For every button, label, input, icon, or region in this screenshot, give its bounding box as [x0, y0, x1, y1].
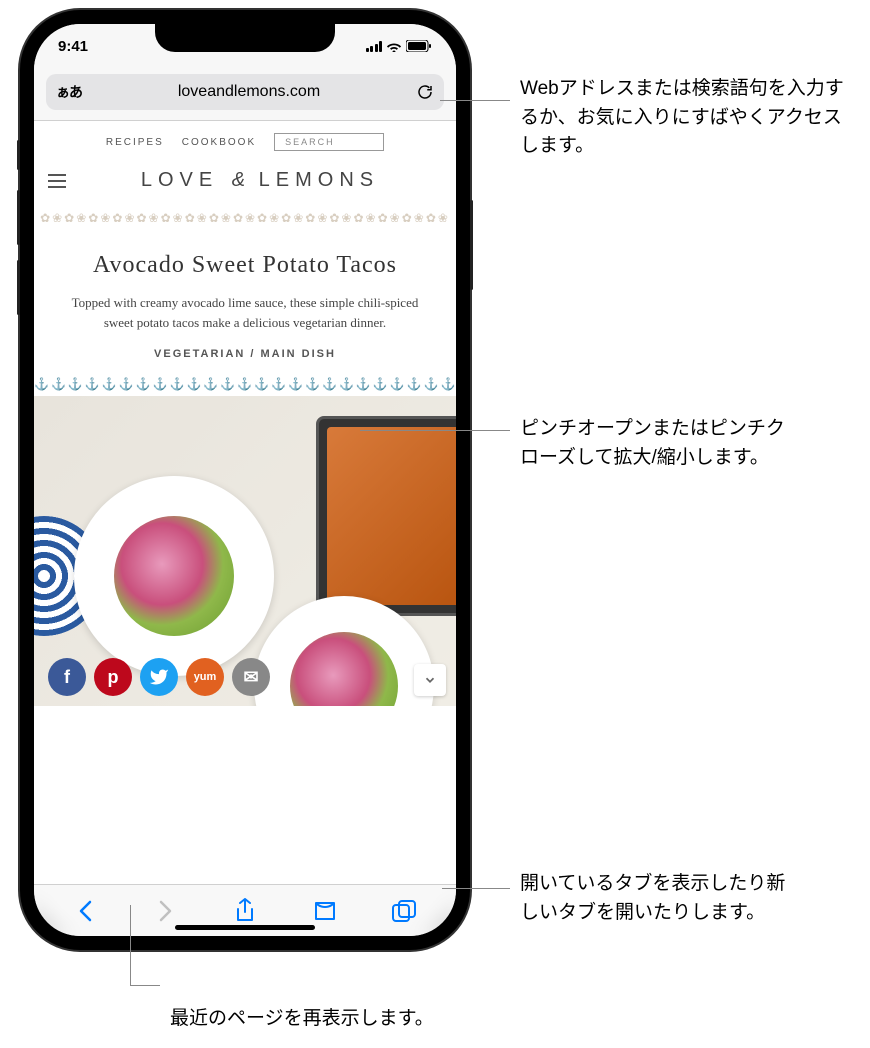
yummly-icon[interactable]: yum: [186, 658, 224, 696]
reader-button[interactable]: ぁあ: [56, 82, 82, 102]
wifi-icon: [386, 40, 402, 52]
decorative-border: ✿❀✿❀✿❀✿❀✿❀✿❀✿❀✿❀✿❀✿❀✿❀✿❀✿❀✿❀✿❀✿❀✿❀: [34, 206, 456, 230]
twitter-icon[interactable]: [140, 658, 178, 696]
callout-pinch: ピンチオープンまたはピンチクローズして拡大/縮小します。: [520, 415, 800, 472]
nav-recipes[interactable]: RECIPES: [106, 137, 164, 148]
screen: 9:41 ぁあ loveandlemons.com: [34, 24, 456, 936]
bookmarks-button[interactable]: [310, 896, 340, 926]
webpage-content[interactable]: RECIPES COOKBOOK SEARCH LOVE & LEMONS ✿❀…: [34, 121, 456, 884]
url-bar-container: ぁあ loveandlemons.com: [34, 68, 456, 121]
email-icon[interactable]: ✉: [232, 658, 270, 696]
pinterest-icon[interactable]: p: [94, 658, 132, 696]
hamburger-icon[interactable]: [48, 174, 66, 188]
share-buttons: f p yum ✉: [48, 658, 270, 696]
home-indicator[interactable]: [175, 925, 315, 930]
phone-frame: 9:41 ぁあ loveandlemons.com: [20, 10, 470, 950]
tabs-button[interactable]: [389, 896, 419, 926]
site-header: LOVE & LEMONS: [34, 159, 456, 206]
site-nav: RECIPES COOKBOOK SEARCH: [34, 121, 456, 159]
facebook-icon[interactable]: f: [48, 658, 86, 696]
decorative-border: ⚓⚓⚓⚓⚓⚓⚓⚓⚓⚓⚓⚓⚓⚓⚓⚓⚓⚓⚓⚓⚓⚓⚓⚓⚓⚓⚓⚓⚓: [34, 372, 456, 396]
notch: [155, 24, 335, 52]
article-image: f p yum ✉: [34, 396, 456, 706]
url-bar[interactable]: ぁあ loveandlemons.com: [46, 74, 444, 110]
site-search-input[interactable]: SEARCH: [274, 133, 384, 151]
battery-icon: [406, 40, 432, 52]
article-description: Topped with creamy avocado lime sauce, t…: [34, 293, 456, 348]
callout-history: 最近のページを再表示します。: [170, 1005, 520, 1034]
forward-button[interactable]: [150, 896, 180, 926]
back-button[interactable]: [71, 896, 101, 926]
callout-tabs: 開いているタブを表示したり新しいタブを開いたりします。: [520, 870, 800, 927]
nav-cookbook[interactable]: COOKBOOK: [182, 137, 256, 148]
status-indicators: [366, 40, 433, 52]
reload-icon[interactable]: [416, 83, 434, 101]
cellular-icon: [366, 41, 383, 52]
url-text[interactable]: loveandlemons.com: [88, 83, 410, 101]
article-title: Avocado Sweet Potato Tacos: [34, 230, 456, 293]
status-time: 9:41: [58, 38, 88, 55]
site-title[interactable]: LOVE & LEMONS: [78, 169, 442, 192]
share-button[interactable]: [230, 896, 260, 926]
chevron-down-icon[interactable]: [414, 664, 446, 696]
callout-urlbar: Webアドレスまたは検索語句を入力するか、お気に入りにすばやくアクセスします。: [520, 75, 850, 161]
article-tags: VEGETARIAN / MAIN DISH: [34, 348, 456, 372]
